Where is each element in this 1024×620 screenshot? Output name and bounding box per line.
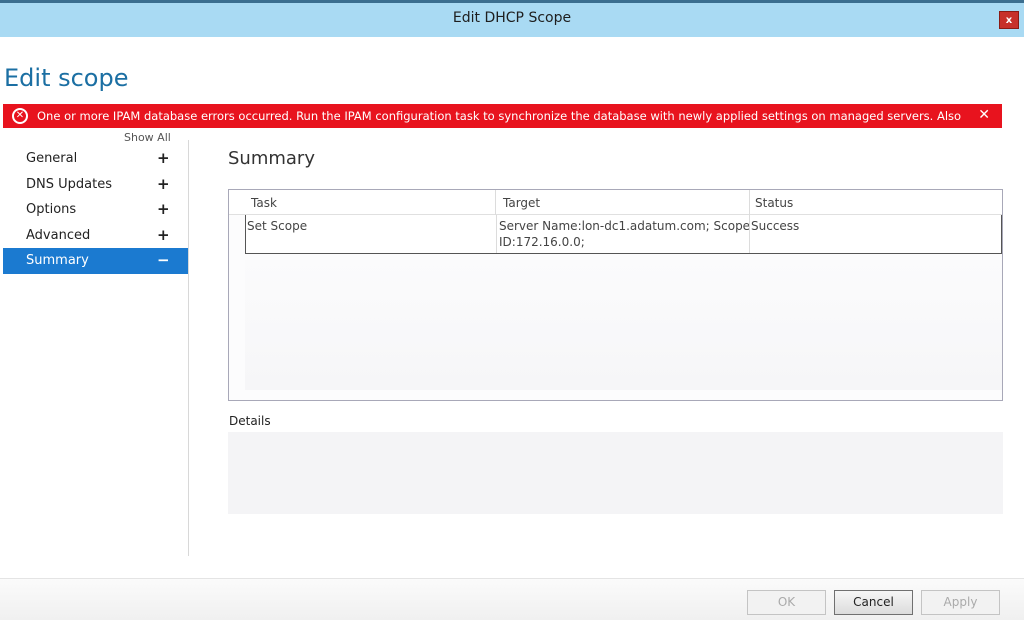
show-all-link[interactable]: Show All [124,131,171,144]
task-cell: Set Scope [247,219,308,233]
error-message: One or more IPAM database errors occurre… [37,109,961,123]
error-circle-icon: ✕ [12,108,28,124]
dismiss-error-button[interactable]: ✕ [978,107,990,123]
nav-item-label: Options [26,202,77,217]
expand-icon[interactable]: + [157,226,170,244]
column-header-status[interactable]: Status [755,196,793,210]
ok-button[interactable]: OK [747,590,826,615]
nav-item-dns-updates[interactable]: DNS Updates + [3,172,188,198]
nav-item-label: General [26,151,78,166]
nav-item-general[interactable]: General + [3,146,188,172]
column-divider[interactable] [749,190,750,215]
details-pane [228,432,1003,514]
nav-item-label: Summary [26,253,89,268]
window-title: Edit DHCP Scope [452,10,572,26]
sidebar-divider [188,140,189,556]
nav-item-label: DNS Updates [26,176,112,192]
cancel-button[interactable]: Cancel [834,590,913,615]
nav-item-options[interactable]: Options + [3,197,188,223]
apply-button[interactable]: Apply [921,590,1000,615]
table-row[interactable]: Set Scope Server Name:lon-dc1.adatum.com… [245,215,1002,254]
nav-item-advanced[interactable]: Advanced + [3,223,188,249]
column-header-task[interactable]: Task [251,196,277,210]
summary-table: Task Target Status Set Scope Server Name… [228,189,1003,401]
close-window-button[interactable]: x [999,11,1019,29]
expand-icon[interactable]: + [157,175,170,193]
target-line: ID:172.16.0.0; [499,235,585,249]
target-cell: Server Name:lon-dc1.adatum.com; Scope ID… [499,218,750,250]
sidebar-nav: General + DNS Updates + Options + Advanc… [3,146,188,274]
expand-icon[interactable]: + [157,200,170,218]
table-header: Task Target Status [229,190,1002,215]
expand-icon[interactable]: + [157,149,170,167]
nav-item-label: Advanced [26,227,91,243]
details-label: Details [229,414,271,428]
title-bar: Edit DHCP Scope x [0,0,1024,37]
nav-item-summary[interactable]: Summary − [3,248,188,274]
section-title: Summary [228,148,315,169]
table-empty-area [245,260,1002,390]
error-banner: ✕ One or more IPAM database errors occur… [3,104,1002,128]
column-header-target[interactable]: Target [503,196,540,210]
target-line: Server Name:lon-dc1.adatum.com; Scope [499,219,751,233]
cell-divider [496,215,497,253]
status-cell: Success [751,219,800,233]
cell-divider [749,215,750,253]
page-title: Edit scope [4,64,129,92]
column-divider[interactable] [495,190,496,215]
collapse-icon[interactable]: − [157,251,170,269]
